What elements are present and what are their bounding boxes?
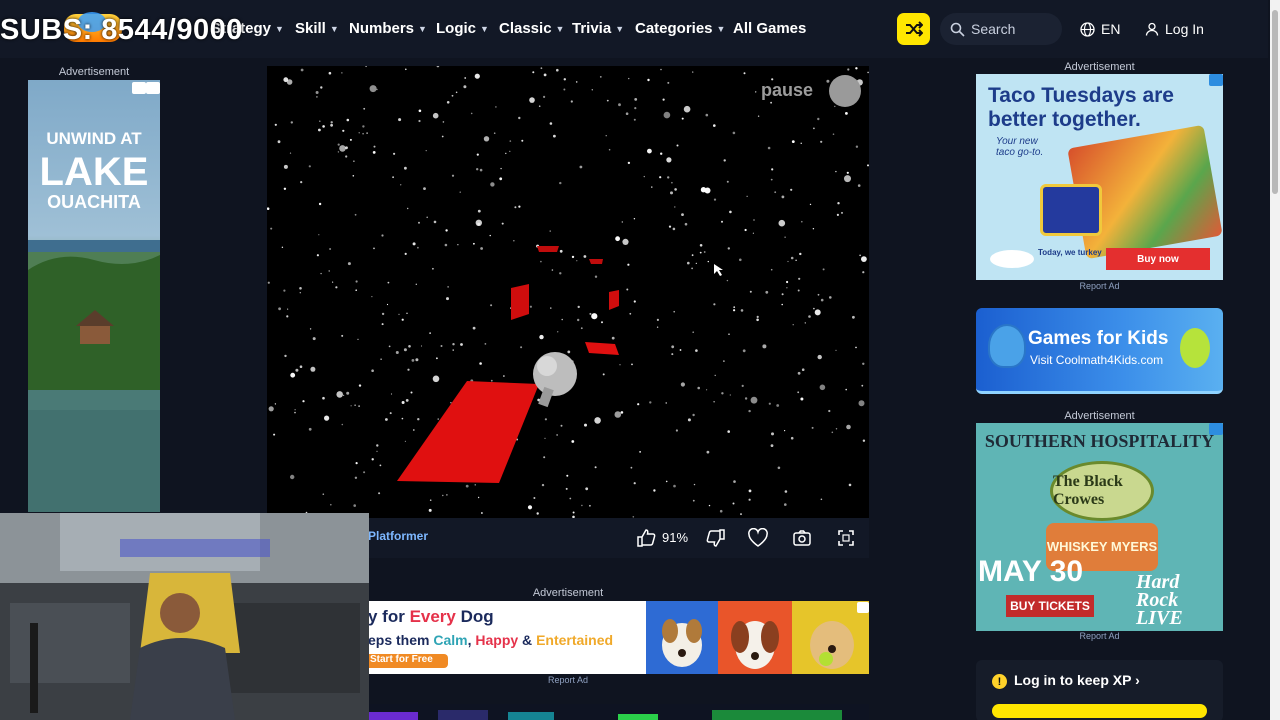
nav-numbers[interactable]: Numbers ▼ [349, 20, 427, 37]
search-icon [950, 22, 965, 37]
login-xp-text[interactable]: Log in to keep XP › [1014, 672, 1140, 688]
streamer-webcam [0, 513, 369, 720]
coolmath4kids-banner[interactable]: Games for Kids Visit Coolmath4Kids.com [976, 308, 1223, 394]
ad-headline: y for Every Dog [368, 607, 494, 626]
user-icon [1145, 22, 1159, 36]
butterball-taco-ad[interactable]: Taco Tuesdays are better together. Your … [976, 74, 1223, 280]
ad-subline: Your new taco go-to. [996, 136, 1044, 158]
globe-icon [1080, 21, 1095, 37]
chevron-down-icon: ▼ [418, 23, 427, 34]
banner-headline: Games for Kids [1028, 328, 1169, 349]
favorite-button[interactable] [746, 527, 770, 549]
nav-label: Numbers [349, 20, 415, 37]
random-game-button[interactable] [897, 13, 930, 45]
ad-label: Advertisement [532, 587, 604, 599]
nav-label: Logic [436, 20, 476, 37]
ad-subline: eps them Calm, Happy & Entertained [368, 632, 614, 648]
report-ad-link[interactable]: Report Ad [368, 675, 768, 685]
xp-progress-bar [992, 704, 1207, 718]
nav-label: Trivia [572, 20, 612, 37]
alien-mascot [1180, 328, 1210, 368]
butterball-logo [990, 250, 1034, 268]
chevron-down-icon: ▼ [716, 23, 726, 34]
dog-photo [718, 601, 792, 674]
thumbs-up-icon [637, 529, 656, 547]
game-genre-link[interactable]: Platformer [368, 529, 428, 543]
event-date: MAY 30 [978, 555, 1084, 588]
nav-label: Categories [635, 20, 713, 37]
chevron-down-icon: ▼ [329, 23, 339, 34]
nav-label: Skill [295, 20, 326, 37]
language-label: EN [1101, 21, 1121, 37]
report-ad-link[interactable]: Report Ad [976, 631, 1223, 641]
heart-icon [748, 528, 768, 547]
language-selector[interactable]: EN [1080, 13, 1120, 45]
scrollbar-thumb[interactable] [1272, 10, 1278, 194]
page: Strategy ▼ Skill ▼ Numbers ▼ Logic ▼ Classic… [0, 0, 1280, 720]
pause-button[interactable] [829, 75, 861, 107]
fullscreen-button[interactable] [834, 527, 858, 549]
ad-choices-icon[interactable] [1209, 74, 1223, 86]
like-button[interactable] [634, 527, 658, 549]
nav-skill[interactable]: Skill ▼ [295, 20, 339, 37]
lake-ouachita-ad[interactable]: UNWIND AT LAKE OUACHITA [28, 80, 160, 512]
dog-product-ad[interactable]: y for Every Dog eps them Calm, Happy & E… [368, 601, 869, 674]
chevron-right-icon: › [1135, 672, 1140, 688]
band-name: The Black Crowes [1050, 461, 1154, 521]
concert-ad[interactable]: SOUTHERN HOSPITALITY The Black Crowes WH… [976, 423, 1223, 631]
ad-tagline: Today, we turkey [1038, 248, 1102, 257]
nav-label: All Games [733, 20, 807, 37]
pause-label[interactable]: pause [761, 80, 813, 101]
ad-cta-button[interactable]: Start for Free [368, 654, 448, 668]
chevron-down-icon: ▼ [275, 23, 284, 34]
nav-classic[interactable]: Classic ▼ [499, 20, 564, 37]
top-navbar: Strategy ▼ Skill ▼ Numbers ▼ Logic ▼ Classic… [0, 0, 1268, 58]
nav-label: Classic [499, 20, 552, 37]
webcam-feed [0, 513, 369, 720]
nav-logic[interactable]: Logic ▼ [436, 20, 489, 37]
ad-label: Advertisement [1064, 410, 1135, 422]
ad-choices-icon[interactable] [857, 602, 869, 613]
login-button[interactable]: Log In [1145, 13, 1204, 45]
shuffle-icon [905, 21, 923, 37]
venue-logo: Hard Rock LIVE [1136, 571, 1183, 629]
nav-categories[interactable]: Categories ▼ [635, 20, 725, 37]
chevron-down-icon: ▼ [615, 23, 625, 34]
octopus-mascot [988, 324, 1026, 368]
ad-choices-icon[interactable] [1209, 423, 1223, 435]
game-scene [397, 246, 723, 483]
login-xp-panel[interactable]: ! Log in to keep XP › [976, 660, 1223, 720]
alert-icon: ! [992, 674, 1007, 689]
nav-trivia[interactable]: Trivia ▼ [572, 20, 624, 37]
rating-percent: 91% [662, 530, 689, 545]
search-placeholder: Search [971, 21, 1016, 37]
ad-label: Advertisement [58, 66, 130, 78]
ad-headline: Taco Tuesdays are better together. [988, 84, 1174, 131]
nav-all-games[interactable]: All Games [733, 20, 806, 37]
screenshot-button[interactable] [790, 527, 814, 549]
chevron-down-icon: ▼ [480, 23, 489, 34]
ad-cta-button[interactable]: Buy now [1106, 248, 1210, 270]
lake-house-illustration [28, 240, 160, 512]
camera-icon [793, 530, 811, 546]
login-label: Log In [1165, 21, 1204, 37]
game-canvas[interactable]: pause [267, 66, 869, 518]
fullscreen-icon [838, 530, 854, 546]
banner-subline: Visit Coolmath4Kids.com [1030, 353, 1164, 367]
turkey-package-photo [1040, 184, 1102, 236]
search-input[interactable]: Search [940, 13, 1062, 45]
chevron-down-icon: ▼ [555, 23, 565, 34]
ad-label: Advertisement [1064, 61, 1135, 73]
report-ad-link[interactable]: Report Ad [976, 281, 1223, 291]
ad-headline: SOUTHERN HOSPITALITY [984, 431, 1215, 451]
game-thumbnails-strip[interactable] [368, 704, 869, 720]
ad-cta-button[interactable]: BUY TICKETS [1006, 595, 1094, 617]
dislike-button[interactable] [704, 527, 728, 549]
subscriber-goal-overlay: SUBS: 8544/9000 [0, 14, 243, 46]
dog-photo [646, 601, 718, 674]
thumbs-down-icon [706, 529, 725, 547]
